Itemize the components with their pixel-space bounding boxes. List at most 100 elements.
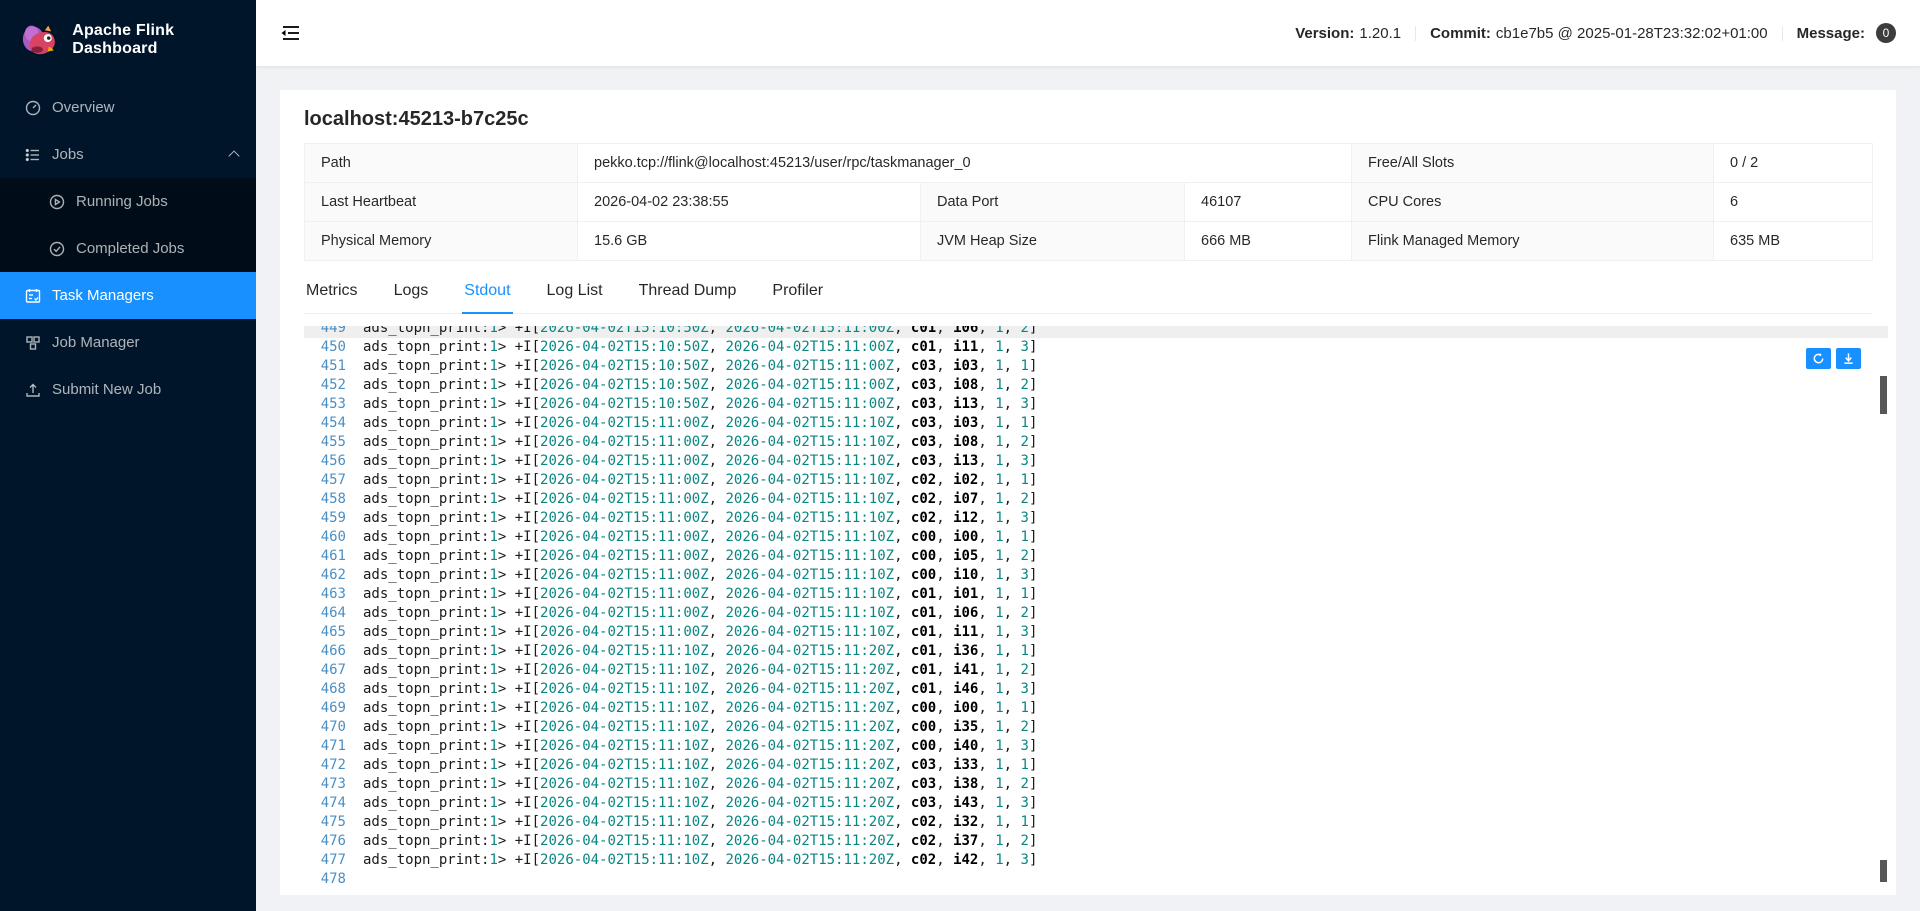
log-token: 1 [489,358,497,374]
log-token: ] [1029,814,1037,830]
tab-thread-dump[interactable]: Thread Dump [637,271,739,314]
stdout-log-viewer[interactable]: 449ads_topn_print:1> +I[2026-04-02T15:10… [304,326,1888,892]
log-token: , [1004,510,1021,526]
log-line: 466ads_topn_print:1> +I[2026-04-02T15:11… [304,642,1888,661]
log-token: , [1004,396,1021,412]
rank-value: 1 [995,396,1003,412]
category-id: c02 [911,833,936,849]
category-id: c03 [911,434,936,450]
log-token: ads_topn_print [363,510,481,526]
log-token: , [894,567,911,583]
log-token: > [498,795,515,811]
score-value: 3 [1021,738,1029,754]
line-number: 475 [304,813,346,832]
score-value: 1 [1021,358,1029,374]
sidebar-item-running-jobs[interactable]: Running Jobs [0,178,256,225]
log-token: , [936,662,953,678]
score-value: 2 [1021,833,1029,849]
scrollbar-thumb[interactable] [1880,376,1887,414]
line-number: 454 [304,414,346,433]
log-line: 476ads_topn_print:1> +I[2026-04-02T15:11… [304,832,1888,851]
item-id: i32 [953,814,978,830]
sidebar-item-task-managers[interactable]: Task Managers [0,272,256,319]
item-id: i00 [953,529,978,545]
log-token: 1 [489,719,497,735]
log-token: , [1004,326,1021,336]
log-token: , [978,814,995,830]
log-token: , [709,738,726,754]
log-token: ads_topn_print [363,326,481,336]
log-token: , [936,415,953,431]
item-id: i43 [953,795,978,811]
build-info: Version: 1.20.1 Commit: cb1e7b5 @ 2025-0… [1295,23,1896,43]
log-token: , [709,434,726,450]
download-log-button[interactable] [1836,348,1861,369]
tab-logs[interactable]: Logs [392,271,431,314]
sidebar-item-completed-jobs[interactable]: Completed Jobs [0,225,256,272]
top-header: Version: 1.20.1 Commit: cb1e7b5 @ 2025-0… [256,0,1920,66]
category-id: c01 [911,681,936,697]
log-token: > [498,567,515,583]
category-id: c02 [911,491,936,507]
log-token: ] [1029,681,1037,697]
sidebar-item-submit-new-job[interactable]: Submit New Job [0,366,256,413]
log-token: , [978,472,995,488]
sidebar-item-overview[interactable]: Overview [0,84,256,131]
log-token: , [709,605,726,621]
log-line: 478 [304,870,1888,889]
window-end: 2026-04-02T15:11:00Z [725,396,894,412]
info-label: Physical Memory [305,222,578,261]
category-id: c00 [911,719,936,735]
log-token: , [1004,358,1021,374]
sync-icon [1812,352,1825,365]
tab-stdout[interactable]: Stdout [462,271,512,314]
log-token: > [498,700,515,716]
list-icon [24,146,41,163]
refresh-log-button[interactable] [1806,348,1831,369]
log-line: 469ads_topn_print:1> +I[2026-04-02T15:11… [304,699,1888,718]
score-value: 3 [1021,567,1029,583]
item-id: i11 [953,624,978,640]
log-token: , [1004,681,1021,697]
item-id: i03 [953,415,978,431]
log-token: , [894,738,911,754]
log-token: ads_topn_print [363,757,481,773]
category-id: c00 [911,700,936,716]
log-line: 456ads_topn_print:1> +I[2026-04-02T15:11… [304,452,1888,471]
window-end: 2026-04-02T15:11:10Z [725,567,894,583]
category-id: c01 [911,339,936,355]
line-number: 472 [304,756,346,775]
line-number: 461 [304,547,346,566]
info-value: 6 [1714,183,1873,222]
divider [1782,26,1783,41]
message-badge[interactable]: 0 [1876,23,1896,43]
log-token: ] [1029,624,1037,640]
window-start: 2026-04-02T15:10:50Z [540,326,709,336]
sidebar-collapse-button[interactable] [280,22,302,44]
log-line: 458ads_topn_print:1> +I[2026-04-02T15:11… [304,490,1888,509]
info-label: JVM Heap Size [921,222,1185,261]
sidebar-item-jobs[interactable]: Jobs [0,131,256,178]
window-end: 2026-04-02T15:11:00Z [725,326,894,336]
scrollbar-thumb-bottom[interactable] [1880,860,1887,882]
log-token: , [936,396,953,412]
log-token: +I[ [515,491,540,507]
log-token: , [936,757,953,773]
item-id: i11 [953,339,978,355]
item-id: i41 [953,662,978,678]
log-token: +I[ [515,453,540,469]
commit-label: Commit: [1430,25,1491,42]
line-number: 449 [304,326,346,338]
log-token: > [498,491,515,507]
log-token: 1 [489,738,497,754]
tab-profiler[interactable]: Profiler [770,271,825,314]
log-token: +I[ [515,833,540,849]
tab-metrics[interactable]: Metrics [304,271,360,314]
sidebar-item-job-manager[interactable]: Job Manager [0,319,256,366]
log-token: +I[ [515,339,540,355]
sidebar-item-label: Jobs [52,146,84,163]
tab-log-list[interactable]: Log List [545,271,605,314]
page-title: localhost:45213-b7c25c [304,108,1872,131]
log-token: , [1004,643,1021,659]
log-token: > [498,510,515,526]
